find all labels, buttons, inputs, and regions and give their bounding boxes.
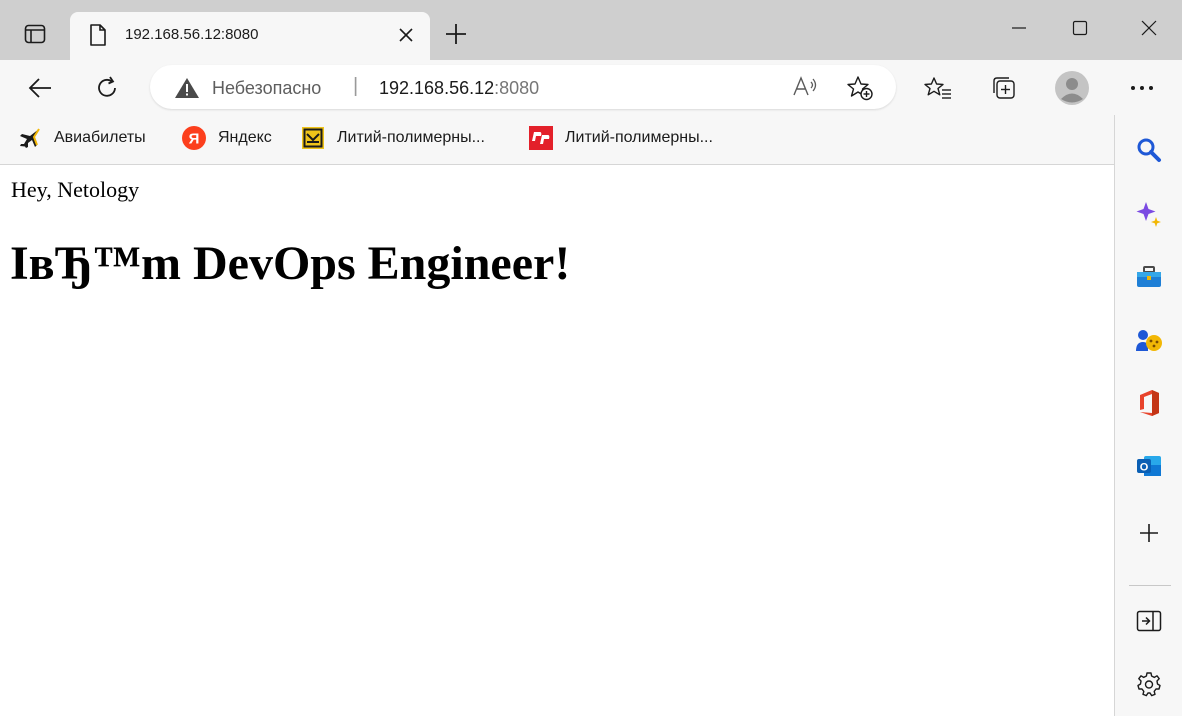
sidebar-search-button[interactable] <box>1132 133 1166 167</box>
favorite-item-battery-shop-1[interactable]: Литий-полимерны... <box>301 123 485 153</box>
yandex-icon: Я <box>182 126 206 150</box>
gear-icon <box>1137 672 1161 697</box>
favorite-item-aviabilety[interactable]: Авиабилеты <box>18 123 146 153</box>
navigation-toolbar: Небезопасно | 192.168.56.12:8080 <box>0 60 1182 115</box>
sidebar-outlook-button[interactable]: O <box>1132 449 1166 483</box>
sidebar-office-button[interactable] <box>1132 386 1166 420</box>
warning-icon[interactable] <box>174 77 200 99</box>
favorite-item-battery-shop-2[interactable]: Литий-полимерны... <box>529 123 713 153</box>
security-status-label[interactable]: Небезопасно <box>212 78 321 99</box>
sidebar-discover-button[interactable] <box>1132 197 1166 231</box>
refresh-icon <box>98 76 116 97</box>
url-host: 192.168.56.12 <box>379 78 495 98</box>
favorite-label: Литий-полимерны... <box>565 129 713 146</box>
sidebar-divider <box>1129 585 1171 586</box>
tab-strip: 192.168.56.12:8080 <box>0 0 1182 60</box>
more-dots-icon <box>1131 86 1153 90</box>
collections-button[interactable] <box>984 68 1024 108</box>
address-url[interactable]: 192.168.56.12:8080 <box>379 78 539 99</box>
avatar-icon <box>1055 71 1089 105</box>
plus-icon <box>1140 524 1158 542</box>
tab-actions-icon <box>24 24 46 44</box>
address-separator: | <box>353 75 359 97</box>
tab-title: 192.168.56.12:8080 <box>125 26 259 43</box>
active-tab[interactable]: 192.168.56.12:8080 <box>70 12 430 60</box>
favorite-label: Литий-полимерны... <box>337 129 485 146</box>
read-aloud-icon[interactable] <box>792 75 818 99</box>
maximize-icon <box>1072 20 1088 36</box>
sparkle-icon <box>1136 202 1161 227</box>
back-button[interactable] <box>20 68 60 108</box>
collapse-sidebar-icon <box>1136 610 1162 632</box>
arrow-left-icon <box>28 78 51 98</box>
plus-icon <box>446 24 466 44</box>
outlook-icon: O <box>1137 456 1161 476</box>
favorite-label: Авиабилеты <box>54 129 146 146</box>
sidebar-games-button[interactable] <box>1132 323 1166 357</box>
search-icon <box>1137 138 1161 162</box>
favorites-bar: Авиабилеты Я Яндекс Литий-полимерны... Л… <box>0 115 1114 165</box>
airplane-icon <box>18 126 42 150</box>
refresh-button[interactable] <box>87 68 127 108</box>
favorite-item-yandex[interactable]: Я Яндекс <box>182 123 272 153</box>
tab-close-icon[interactable] <box>396 25 416 45</box>
minimize-button[interactable] <box>994 8 1044 48</box>
favorites-button[interactable] <box>918 68 958 108</box>
sidebar-settings-button[interactable] <box>1132 667 1166 701</box>
svg-text:O: O <box>1140 462 1149 474</box>
profile-button[interactable] <box>1052 68 1092 108</box>
close-window-button[interactable] <box>1124 8 1174 48</box>
greeting-text: Hey, Netology <box>11 177 140 202</box>
page-heading: IвЂ™m DevOps Engineer! <box>10 237 571 290</box>
svg-text:Я: Я <box>189 131 200 148</box>
page-viewport: Hey, Netology IвЂ™m DevOps Engineer! <box>0 166 1114 716</box>
add-favorite-icon[interactable] <box>846 75 874 101</box>
battery-site-icon <box>301 126 325 150</box>
sidebar-collapse-button[interactable] <box>1132 604 1166 638</box>
new-tab-button[interactable] <box>440 18 472 50</box>
address-bar[interactable]: Небезопасно | 192.168.56.12:8080 <box>150 65 896 109</box>
sidebar-tools-button[interactable] <box>1132 260 1166 294</box>
minimize-icon <box>1012 27 1026 29</box>
office-icon <box>1140 390 1159 416</box>
collections-icon <box>993 77 1015 99</box>
favorite-label: Яндекс <box>218 129 272 146</box>
tab-actions-button[interactable] <box>12 14 58 54</box>
sidebar-add-button[interactable] <box>1132 516 1166 550</box>
toolbox-icon <box>1137 266 1161 287</box>
url-port: :8080 <box>494 78 540 98</box>
favorites-list-icon <box>924 77 951 99</box>
red-logo-icon <box>529 126 553 150</box>
edge-sidebar: O <box>1114 115 1182 716</box>
page-icon <box>90 24 106 46</box>
games-icon <box>1136 330 1162 351</box>
maximize-button[interactable] <box>1055 8 1105 48</box>
settings-menu-button[interactable] <box>1122 68 1162 108</box>
close-icon <box>1141 20 1157 36</box>
